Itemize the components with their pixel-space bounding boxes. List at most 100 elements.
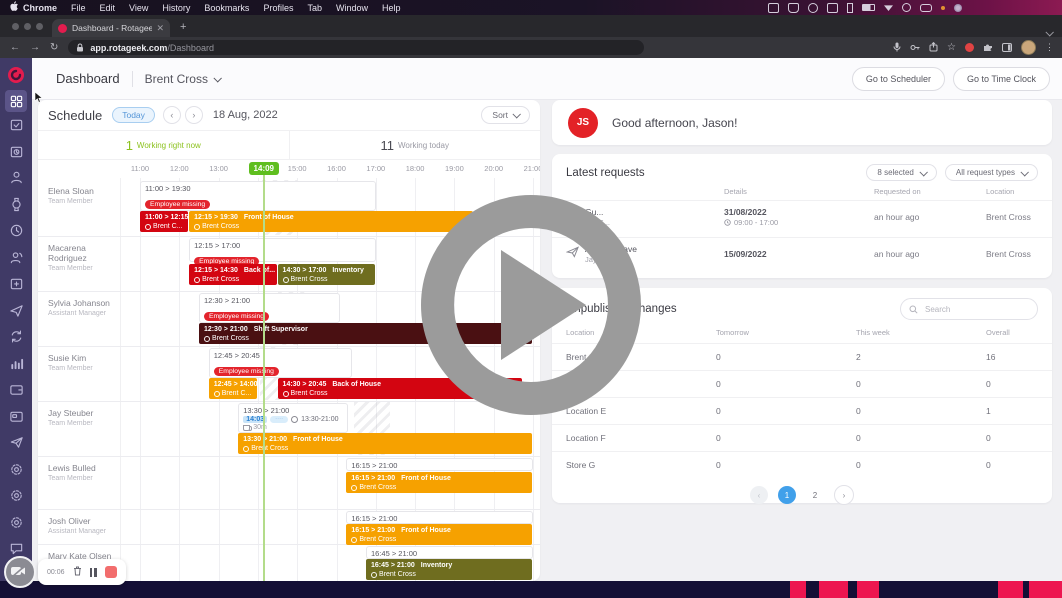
sync-icon[interactable] <box>8 329 24 345</box>
unpublished-row[interactable]: Location E001 <box>552 397 1052 424</box>
shift-bar[interactable]: 14:30 > 17:00InventoryBrent Cross <box>278 264 375 285</box>
apple-icon[interactable] <box>10 1 19 14</box>
gear-icon[interactable] <box>8 514 24 530</box>
calendar-clock-icon[interactable] <box>8 143 24 159</box>
profile-avatar[interactable] <box>1021 40 1036 55</box>
open-shift-note[interactable]: 12:15 > 17:00Employee missing <box>189 238 376 262</box>
reload-button[interactable]: ↻ <box>50 42 58 53</box>
recording-indicator-icon[interactable] <box>965 43 974 52</box>
open-shift-note[interactable]: 12:30 > 21:00Employee missing30m <box>199 293 340 323</box>
employee-cell[interactable]: Macarena RodriguezTeam Member <box>48 243 123 272</box>
location-selector[interactable]: Brent Cross <box>145 72 220 86</box>
menu-item-edit[interactable]: Edit <box>100 3 116 13</box>
calendar-plus-icon[interactable] <box>8 276 24 292</box>
today-button[interactable]: Today <box>112 107 155 123</box>
shift-bar[interactable]: 16:45 > 21:00InventoryBrent Cross <box>366 559 532 580</box>
employee-cell[interactable]: Sylvia JohansonAssistant Manager <box>48 298 123 317</box>
shift-bar[interactable]: 12:45 > 14:00Brent C... <box>209 378 257 399</box>
camera-off-button[interactable] <box>4 556 36 588</box>
forward-button[interactable]: → <box>30 42 40 53</box>
paper-plane-icon[interactable] <box>8 435 24 451</box>
side-panel-icon[interactable] <box>1002 39 1012 57</box>
next-day-button[interactable]: › <box>185 106 203 124</box>
pagination-page-2[interactable]: 2 <box>806 486 824 504</box>
filter-all-request-types[interactable]: All request types <box>945 164 1038 181</box>
bookmark-star-icon[interactable]: ☆ <box>947 42 956 53</box>
extensions-puzzle-icon[interactable] <box>983 39 993 57</box>
pagination-next-button[interactable]: › <box>834 485 854 505</box>
home-icon[interactable] <box>827 3 838 13</box>
go-to-time-clock-button[interactable]: Go to Time Clock <box>953 67 1050 91</box>
person-icon[interactable] <box>8 170 24 186</box>
gear-icon[interactable] <box>8 488 24 504</box>
address-bar[interactable]: app.rotageek.com /Dashboard <box>68 40 644 55</box>
employee-cell[interactable]: Lewis BulledTeam Member <box>48 463 123 482</box>
employee-cell[interactable]: Susie KimTeam Member <box>48 353 123 372</box>
delete-recording-button[interactable] <box>73 563 82 581</box>
prev-day-button[interactable]: ‹ <box>163 106 181 124</box>
user-avatar[interactable]: JS <box>568 108 598 138</box>
gear-icon[interactable] <box>8 461 24 477</box>
battery-icon[interactable] <box>862 4 875 11</box>
open-shift-note[interactable]: 16:15 > 21:00 <box>346 511 533 524</box>
chat-icon[interactable] <box>8 541 24 557</box>
employee-cell[interactable]: Josh OliverAssistant Manager <box>48 516 123 535</box>
card-icon[interactable] <box>8 408 24 424</box>
screen-rec-icon[interactable] <box>768 3 779 13</box>
menu-item-chrome[interactable]: Chrome <box>23 3 57 13</box>
calendar-check-icon[interactable] <box>8 117 24 133</box>
shift-bar[interactable]: 11:00 > 12:15Brent C... <box>140 211 188 232</box>
dashboard-icon[interactable] <box>5 90 27 112</box>
menu-item-history[interactable]: History <box>162 3 190 13</box>
chart-icon[interactable] <box>8 355 24 371</box>
window-close-button[interactable] <box>12 23 19 30</box>
video-play-icon[interactable] <box>501 250 586 360</box>
clock-icon[interactable] <box>8 223 24 239</box>
window-zoom-button[interactable] <box>36 23 43 30</box>
browser-menu-kebab-icon[interactable]: ⋮ <box>1045 42 1054 53</box>
pagination-prev-button[interactable]: ‹ <box>750 486 768 504</box>
employee-cell[interactable]: Elena SloanTeam Member <box>48 186 123 205</box>
wallet-icon[interactable] <box>8 382 24 398</box>
watch-icon[interactable] <box>8 196 24 212</box>
go-to-scheduler-button[interactable]: Go to Scheduler <box>852 67 945 91</box>
stop-recording-button[interactable] <box>105 566 117 578</box>
shift-bar[interactable]: 16:15 > 21:00Front of HouseBrent Cross <box>346 524 532 545</box>
menu-item-tab[interactable]: Tab <box>307 3 322 13</box>
pause-recording-button[interactable] <box>90 568 97 577</box>
unpublished-row[interactable]: Bromley000 <box>552 370 1052 397</box>
open-shift-note[interactable]: 13:30 > 21:0014:03····13:30-21:0030m <box>238 403 348 433</box>
back-button[interactable]: ← <box>10 42 20 53</box>
shift-bar[interactable]: 13:30 > 21:00Front of HouseBrent Cross <box>238 433 532 454</box>
search-box[interactable] <box>900 298 1038 320</box>
sort-button[interactable]: Sort <box>481 106 530 124</box>
window-minimize-button[interactable] <box>24 23 31 30</box>
shift-bar[interactable]: 12:15 > 19:30Front of HouseBrent Cross <box>189 211 473 232</box>
control-center-icon[interactable] <box>920 4 932 12</box>
menu-item-window[interactable]: Window <box>336 3 368 13</box>
open-shift-note[interactable]: 11:00 > 19:30Employee missing30m <box>140 181 376 211</box>
new-tab-button[interactable]: + <box>180 22 186 33</box>
share-icon[interactable] <box>929 39 938 57</box>
siri-icon[interactable] <box>954 4 962 12</box>
plane-clock-icon[interactable] <box>8 302 24 318</box>
menu-item-bookmarks[interactable]: Bookmarks <box>204 3 249 13</box>
key-icon[interactable] <box>910 39 920 57</box>
open-shift-note[interactable]: 16:45 > 21:00 <box>366 546 533 559</box>
open-shift-note[interactable]: 12:45 > 20:45Employee missing30m <box>209 348 352 378</box>
employee-cell[interactable]: Jay SteuberTeam Member <box>48 408 123 427</box>
request-row[interactable]: Gu...Jay S...31/08/202209:00 - 17:00an h… <box>552 200 1052 233</box>
open-shift-note[interactable]: 16:15 > 21:00 <box>346 458 533 471</box>
bluetooth-icon[interactable] <box>847 3 853 13</box>
wifi-icon[interactable] <box>884 4 893 11</box>
unpublished-row[interactable]: Store G000 <box>552 451 1052 478</box>
menu-item-file[interactable]: File <box>71 3 86 13</box>
menu-item-profiles[interactable]: Profiles <box>263 3 293 13</box>
search-input[interactable] <box>923 304 1012 315</box>
spotlight-search-icon[interactable] <box>902 3 911 12</box>
menu-item-help[interactable]: Help <box>382 3 401 13</box>
unpublished-row[interactable]: Location F000 <box>552 424 1052 451</box>
tab-close-icon[interactable]: ✕ <box>156 23 164 34</box>
browser-tab[interactable]: Dashboard - Rotageek ✕ <box>52 19 170 37</box>
shift-bar[interactable]: 16:15 > 21:00Front of HouseBrent Cross <box>346 472 532 493</box>
